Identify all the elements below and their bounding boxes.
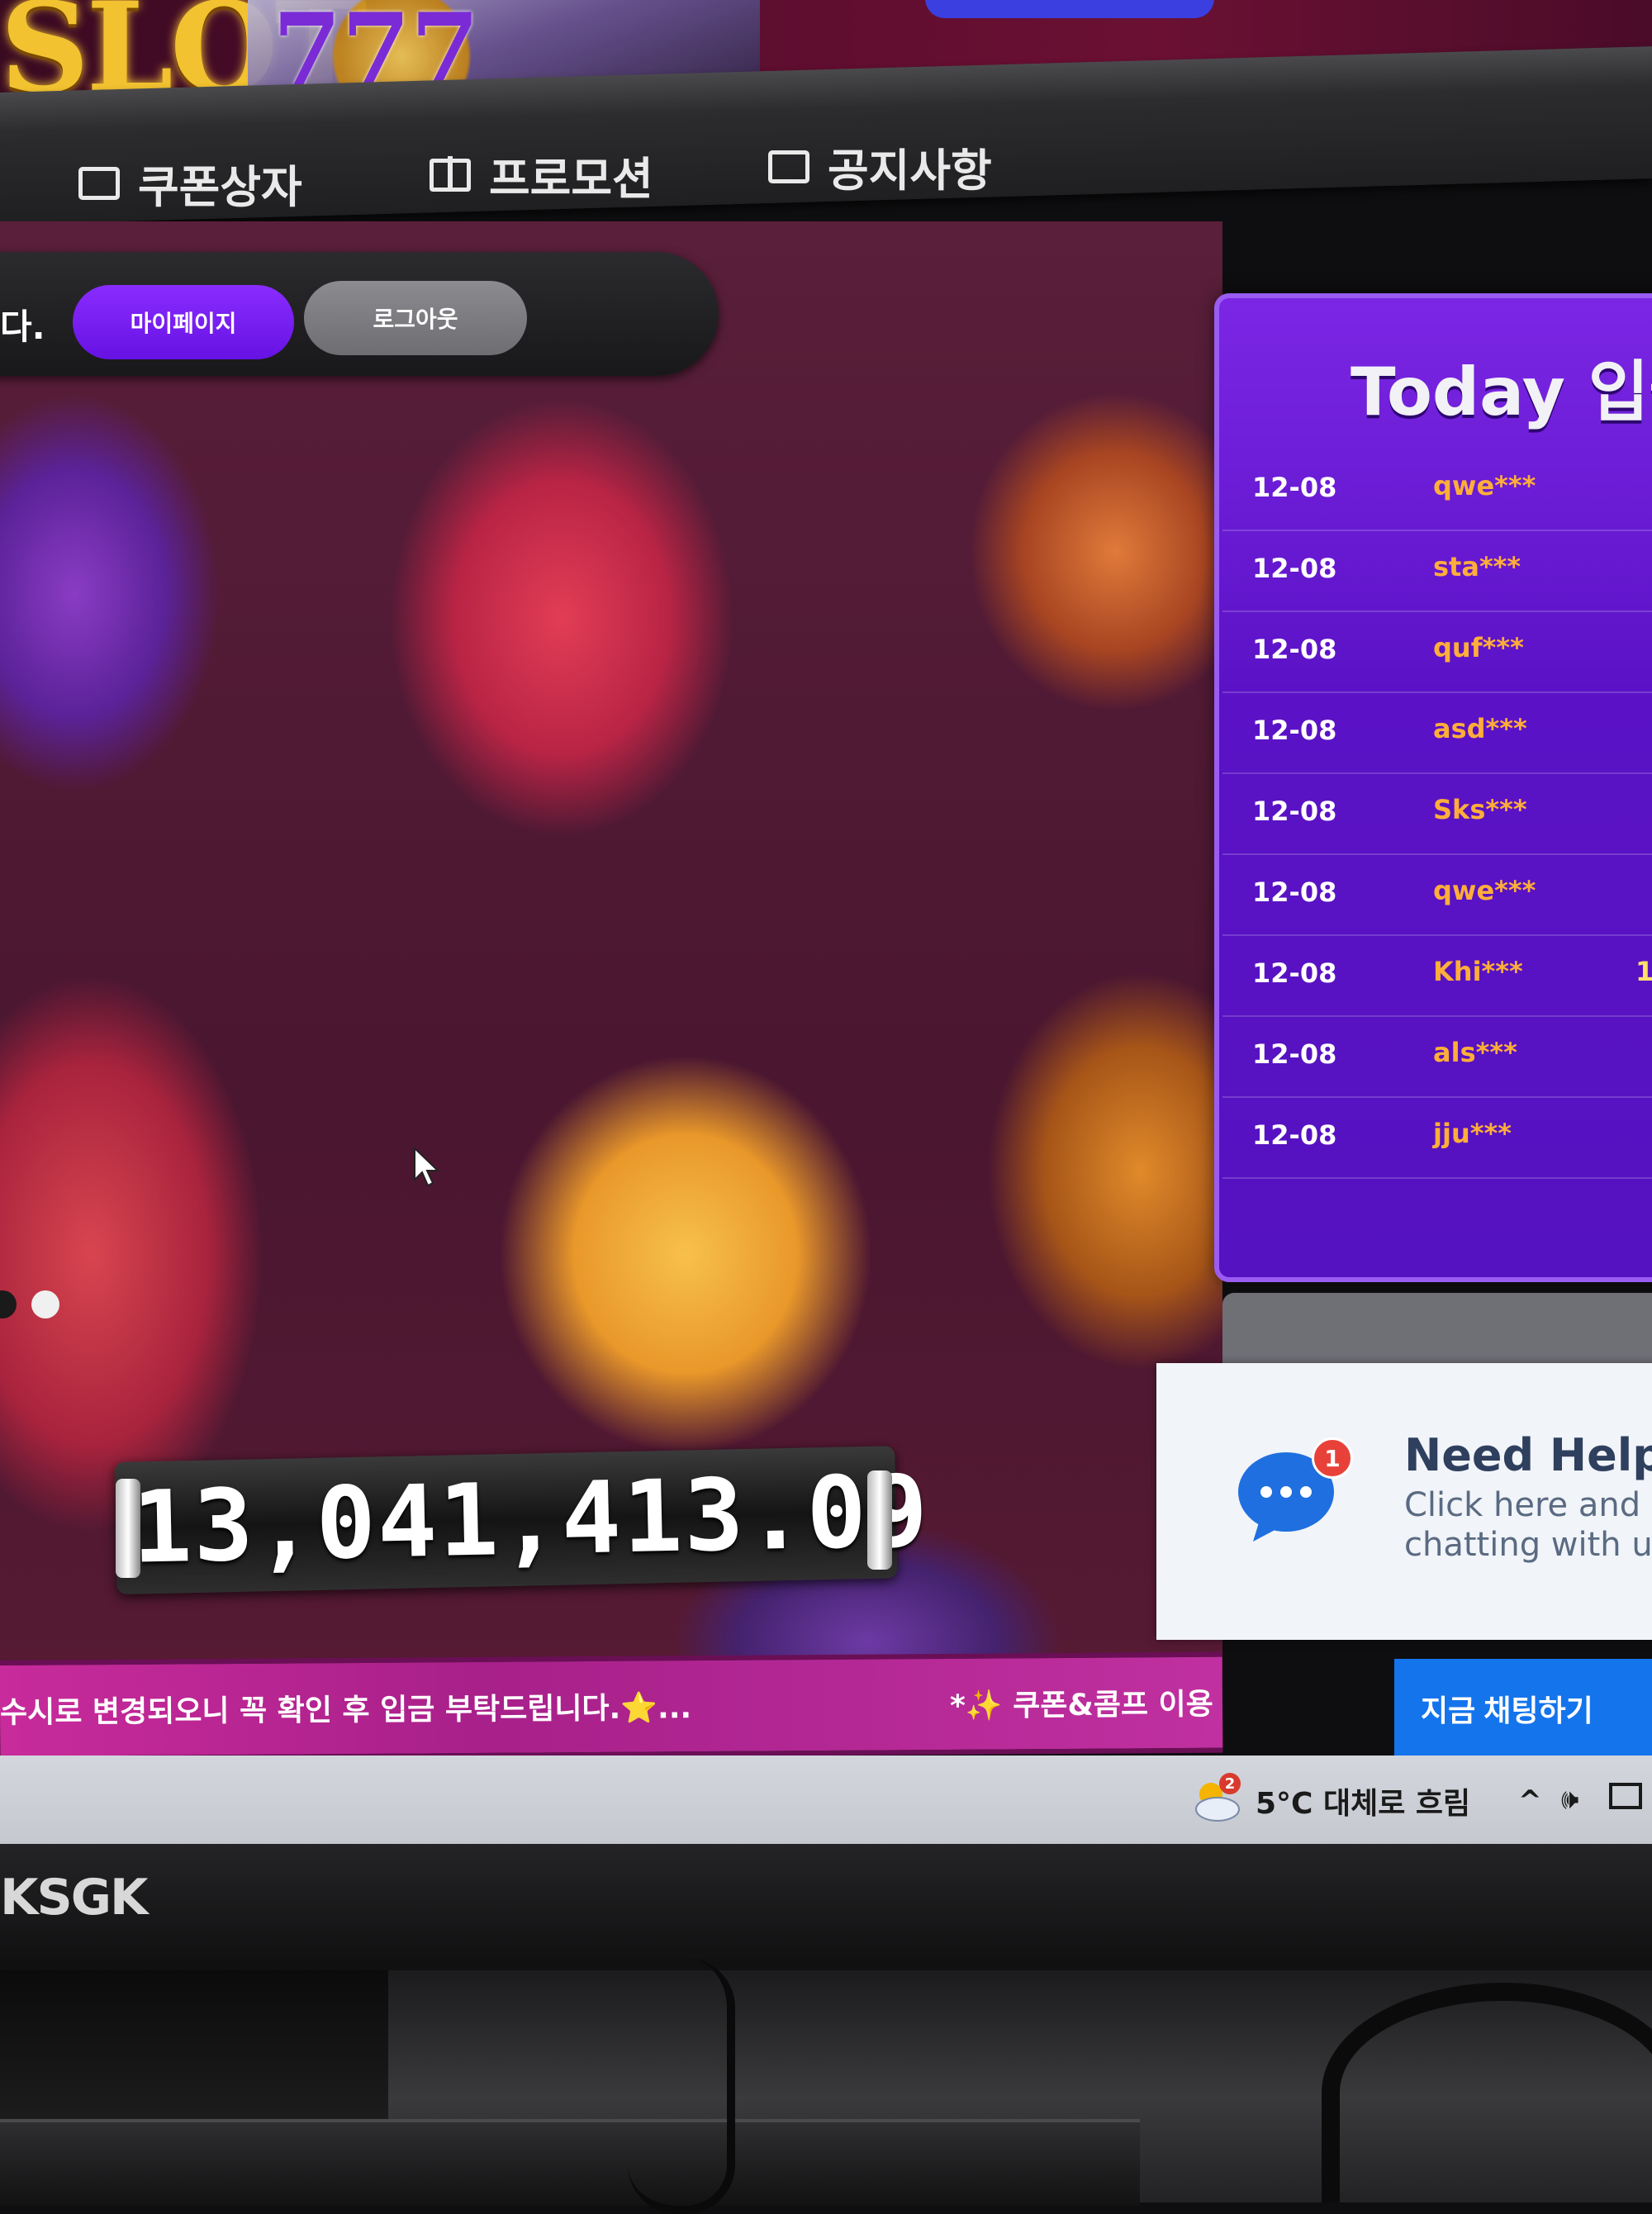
table-row: 12-08 quf*** — [1222, 612, 1652, 693]
row-user: Khi*** — [1433, 956, 1523, 987]
welcome-text: 다. — [0, 306, 45, 347]
monitor-bezel — [0, 1844, 1652, 1972]
volume-icon[interactable]: 🕪 — [1561, 1783, 1578, 1816]
row-date: 12-08 — [1252, 634, 1337, 665]
row-user: asd*** — [1433, 713, 1527, 744]
row-user: sta*** — [1433, 551, 1521, 582]
row-user: jju*** — [1433, 1118, 1512, 1149]
cable — [628, 1958, 735, 2214]
nav-item-label: 쿠폰상자 — [138, 161, 302, 213]
counter-knob-left — [116, 1479, 140, 1578]
notification-badge: 1 — [1312, 1437, 1353, 1479]
table-row: 12-08 Sks*** — [1222, 774, 1652, 855]
gift-icon — [430, 155, 471, 192]
nav-item-label: 프로모션 — [489, 153, 653, 205]
coupon-box-icon — [78, 166, 120, 200]
table-row: 12-08 qwe*** — [1222, 450, 1652, 531]
nav-item-label: 공지사항 — [828, 145, 992, 197]
weather-alert-badge: 2 — [1219, 1773, 1241, 1794]
network-icon[interactable] — [1609, 1783, 1642, 1809]
mypage-button[interactable]: 마이페이지 — [73, 285, 294, 359]
jackpot-value: 13,041,413.09 — [131, 1453, 931, 1586]
counter-knob-right — [867, 1470, 892, 1570]
notice-marquee: 수시로 변경되오니 꼭 확인 후 입금 부탁드립니다.⭐... *✨ 쿠폰&콤프… — [0, 1651, 1223, 1761]
chat-now-button[interactable]: 지금 채팅하기 — [1394, 1659, 1652, 1758]
row-user: quf*** — [1433, 632, 1524, 663]
nav-item-notice[interactable]: 공지사항 — [768, 134, 992, 199]
jackpot-counter: 13,041,413.09 — [114, 1446, 930, 1594]
table-row: 12-08 als*** — [1222, 1017, 1652, 1098]
row-amount: 1 — [1635, 956, 1652, 987]
help-subtitle: Click here and s chatting with us — [1404, 1486, 1652, 1564]
row-user: qwe*** — [1433, 470, 1536, 501]
top-banner-button[interactable] — [925, 0, 1214, 18]
keyboard — [0, 2119, 1140, 2206]
notice-icon — [768, 150, 809, 183]
row-date: 12-08 — [1252, 796, 1337, 827]
row-user: als*** — [1433, 1037, 1517, 1068]
deposit-panel-title: Today 입금 — [1351, 354, 1652, 430]
table-row: 12-08 qwe*** — [1222, 855, 1652, 936]
row-date: 12-08 — [1252, 553, 1337, 584]
row-date: 12-08 — [1252, 957, 1337, 989]
row-user: qwe*** — [1433, 875, 1536, 906]
slider-dot-active[interactable] — [31, 1290, 59, 1318]
monitor-brand-logo: KSGK — [0, 1869, 148, 1927]
logout-button[interactable]: 로그아웃 — [304, 281, 527, 355]
nav-item-coupon[interactable]: 쿠폰상자 — [78, 150, 302, 216]
row-user: Sks*** — [1433, 794, 1527, 825]
table-row: 12-08 sta*** — [1222, 531, 1652, 612]
row-date: 12-08 — [1252, 1119, 1337, 1151]
row-date: 12-08 — [1252, 877, 1337, 908]
row-date: 12-08 — [1252, 715, 1337, 746]
table-row: 12-08 Khi*** 1 — [1222, 936, 1652, 1017]
row-date: 12-08 — [1252, 472, 1337, 503]
table-row: 12-08 asd*** — [1222, 693, 1652, 774]
marquee-text-secondary: *✨ 쿠폰&콤프 이용 — [949, 1687, 1213, 1723]
nav-item-promotion[interactable]: 프로모션 — [430, 142, 653, 207]
help-title: Need Help? — [1404, 1429, 1652, 1481]
weather-text[interactable]: 5°C 대체로 흐림 — [1256, 1779, 1470, 1822]
monitor-stand — [0, 1970, 388, 2119]
tray-chevron-up-icon[interactable]: ^ — [1518, 1784, 1542, 1817]
marquee-text: 수시로 변경되오니 꼭 확인 후 입금 부탁드립니다.⭐... — [0, 1691, 692, 1730]
row-date: 12-08 — [1252, 1038, 1337, 1070]
table-row: 12-08 jju*** — [1222, 1098, 1652, 1179]
